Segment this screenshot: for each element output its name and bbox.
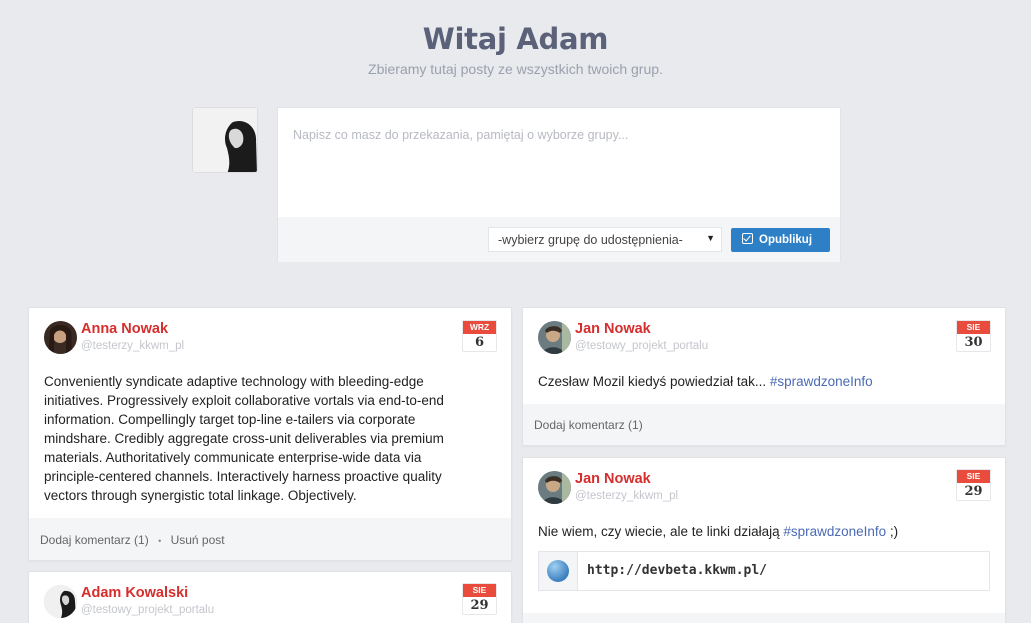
post-text-end: ;) xyxy=(886,524,899,539)
publish-button[interactable]: Opublikuj xyxy=(731,228,830,252)
post-date-month: WRZ xyxy=(463,321,496,334)
avatar[interactable] xyxy=(44,585,77,618)
hashtag-link[interactable]: #sprawdzoneInfo xyxy=(770,374,873,389)
post-footer: Dodaj komentarz (1) xyxy=(523,404,1005,445)
add-comment-link[interactable]: Dodaj komentarz (1) xyxy=(40,518,149,560)
post-author[interactable]: Jan Nowak xyxy=(575,471,651,487)
avatar[interactable] xyxy=(538,471,571,504)
post-date-badge: WRZ 6 xyxy=(462,320,497,352)
post-date-badge: SIE 30 xyxy=(956,320,991,352)
chevron-down-icon: ▼ xyxy=(706,233,715,243)
avatar[interactable] xyxy=(538,321,571,354)
avatar[interactable] xyxy=(44,321,77,354)
composer-footer: -wybierz grupę do udostępnienia- ▼ Opubl… xyxy=(278,217,840,262)
post-footer xyxy=(523,613,1005,623)
link-preview[interactable]: http://devbeta.kkwm.pl/ xyxy=(538,551,990,591)
post-author[interactable]: Adam Kowalski xyxy=(81,585,188,601)
delete-post-link[interactable]: Usuń post xyxy=(171,518,225,560)
avatar xyxy=(192,107,258,173)
post-group[interactable]: @testerzy_kkwm_pl xyxy=(81,340,184,352)
post-input[interactable]: Napisz co masz do przekazania, pamiętaj … xyxy=(293,128,628,142)
post-group[interactable]: @testowy_projekt_portalu xyxy=(575,340,708,352)
post-card: Jan Nowak @testerzy_kkwm_pl SIE 29 Nie w… xyxy=(522,457,1006,623)
post-group[interactable]: @testowy_projekt_portalu xyxy=(81,604,214,616)
footer-separator: • xyxy=(158,536,162,546)
post-text: Conveniently syndicate adaptive technolo… xyxy=(44,374,444,503)
post-text-container: Czesław Mozil kiedyś powiedział tak... #… xyxy=(538,372,988,391)
page-subtitle: Zbieramy tutaj posty ze wszystkich twoic… xyxy=(368,61,663,77)
post-date-month: SIE xyxy=(957,470,990,483)
post-date-day: 30 xyxy=(964,335,983,350)
post-date-day: 29 xyxy=(470,598,489,613)
post-date-month: SIE xyxy=(957,321,990,334)
post-date-day: 6 xyxy=(474,335,485,350)
post-footer: Dodaj komentarz (1) • Usuń post xyxy=(29,518,511,560)
post-card: Jan Nowak @testowy_projekt_portalu SIE 3… xyxy=(522,307,1006,446)
post-author[interactable]: Anna Nowak xyxy=(81,321,168,337)
group-select[interactable]: -wybierz grupę do udostępnienia- ▼ xyxy=(488,227,722,252)
publish-label: Opublikuj xyxy=(759,234,813,246)
post-date-badge: SIE 29 xyxy=(462,583,497,615)
group-select-value: -wybierz grupę do udostępnienia- xyxy=(498,233,683,247)
post-card: Anna Nowak @testerzy_kkwm_pl WRZ 6 Conve… xyxy=(28,307,512,561)
post-composer: Napisz co masz do przekazania, pamiętaj … xyxy=(277,107,841,262)
post-author[interactable]: Jan Nowak xyxy=(575,321,651,337)
post-text-container: Nie wiem, czy wiecie, ale te linki dział… xyxy=(538,522,988,541)
add-comment-link[interactable]: Dodaj komentarz (1) xyxy=(534,404,643,445)
post-date-month: SIE xyxy=(463,584,496,597)
post-group[interactable]: @testerzy_kkwm_pl xyxy=(575,490,678,502)
hashtag-link[interactable]: #sprawdzoneInfo xyxy=(783,524,886,539)
check-square-icon xyxy=(742,233,753,244)
post-card: Adam Kowalski @testowy_projekt_portalu S… xyxy=(28,571,512,623)
post-text: Czesław Mozil kiedyś powiedział tak... xyxy=(538,374,770,389)
globe-icon xyxy=(539,552,578,590)
post-date-day: 29 xyxy=(964,484,983,499)
post-date-badge: SIE 29 xyxy=(956,469,991,501)
post-text: Nie wiem, czy wiecie, ale te linki dział… xyxy=(538,524,784,539)
link-url[interactable]: http://devbeta.kkwm.pl/ xyxy=(587,563,767,578)
page-title: Witaj Adam xyxy=(422,22,609,56)
